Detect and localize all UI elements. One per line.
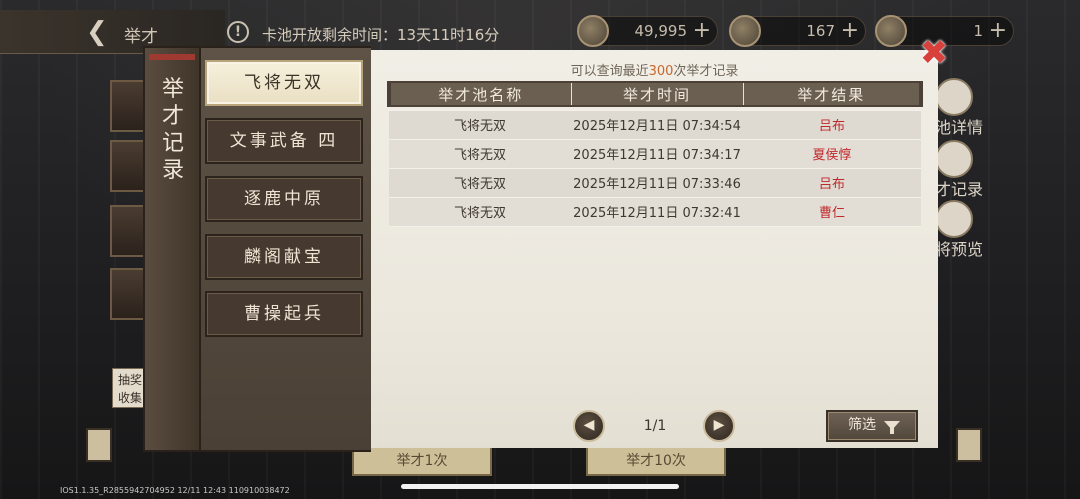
add-coin-button[interactable]: + bbox=[693, 18, 711, 44]
page-title: 举才 bbox=[124, 27, 158, 47]
ticket-icon bbox=[875, 15, 907, 47]
records-table: 举才池名称 举才时间 举才结果 飞将无双 2025年12月11日 07:34:5… bbox=[387, 81, 923, 227]
table-row: 飞将无双 2025年12月11日 07:32:41 曹仁 bbox=[389, 197, 921, 227]
hint-prefix: 可以查询最近 bbox=[570, 64, 649, 79]
records-panel: 可以查询最近300次举才记录 举才池名称 举才时间 举才结果 飞将无双 2025… bbox=[371, 50, 938, 448]
side-label: 将预览 bbox=[935, 240, 984, 259]
cell-result: 夏侯惇 bbox=[743, 139, 921, 169]
cell-result: 吕布 bbox=[743, 110, 921, 140]
preview-button[interactable]: 将预览 bbox=[935, 200, 985, 259]
tab-linge-xianbao[interactable]: 麟阁献宝 bbox=[205, 234, 363, 280]
hint-suffix: 次举才记录 bbox=[673, 64, 739, 79]
side-label: 池详情 bbox=[935, 118, 984, 137]
home-indicator[interactable] bbox=[401, 484, 679, 489]
prev-page-button[interactable]: ◀ bbox=[573, 410, 605, 442]
cell-time: 2025年12月11日 07:33:46 bbox=[571, 168, 743, 198]
tab-caocao-qibing[interactable]: 曹操起兵 bbox=[205, 291, 363, 337]
cell-pool: 飞将无双 bbox=[389, 168, 571, 198]
info-icon[interactable]: ! bbox=[227, 21, 249, 43]
gear-token-icon bbox=[729, 15, 761, 47]
next-page-button[interactable]: ▶ bbox=[703, 410, 735, 442]
hero-portrait bbox=[110, 268, 146, 320]
cell-pool: 飞将无双 bbox=[389, 110, 571, 140]
close-icon[interactable]: ✖ bbox=[917, 36, 951, 70]
hero-portrait bbox=[110, 80, 146, 132]
cell-pool: 飞将无双 bbox=[389, 139, 571, 169]
pool-tabs: 飞将无双 文事武备 四 逐鹿中原 麟阁献宝 曹操起兵 bbox=[201, 46, 371, 452]
records-dialog: 举才记录 飞将无双 文事武备 四 逐鹿中原 麟阁献宝 曹操起兵 可以查询最近30… bbox=[143, 36, 948, 452]
currency-token: 167 + bbox=[729, 15, 866, 47]
hero-portrait bbox=[110, 205, 146, 257]
hero-portrait bbox=[110, 140, 146, 192]
table-header-row: 举才池名称 举才时间 举才结果 bbox=[387, 81, 923, 107]
filter-button[interactable]: 筛选 bbox=[826, 410, 918, 442]
page-indicator: 1/1 bbox=[643, 418, 667, 434]
cell-time: 2025年12月11日 07:34:54 bbox=[571, 110, 743, 140]
records-hint: 可以查询最近300次举才记录 bbox=[371, 60, 938, 79]
ribbon-accent bbox=[149, 54, 195, 60]
funnel-icon-stem bbox=[890, 428, 894, 434]
table-row: 飞将无双 2025年12月11日 07:33:46 吕布 bbox=[389, 168, 921, 198]
add-token-button[interactable]: + bbox=[841, 18, 859, 44]
preview-icon bbox=[935, 200, 973, 238]
filter-label: 筛选 bbox=[848, 417, 876, 433]
pool-details-button[interactable]: 池详情 bbox=[935, 78, 985, 137]
table-row: 飞将无双 2025年12月11日 07:34:17 夏侯惇 bbox=[389, 139, 921, 169]
dialog-title: 举才记录 bbox=[161, 77, 184, 183]
tab-wenshi-wubei[interactable]: 文事武备 四 bbox=[205, 118, 363, 164]
records-button[interactable]: 才记录 bbox=[935, 140, 985, 199]
lantern-icon bbox=[956, 428, 982, 462]
side-label: 才记录 bbox=[935, 180, 984, 199]
currency-value: 49,995 bbox=[634, 22, 688, 40]
cell-pool: 飞将无双 bbox=[389, 197, 571, 227]
coin-icon bbox=[577, 15, 609, 47]
column-header-time: 举才时间 bbox=[570, 81, 743, 107]
cell-time: 2025年12月11日 07:32:41 bbox=[571, 197, 743, 227]
table-row: 飞将无双 2025年12月11日 07:34:54 吕布 bbox=[389, 110, 921, 140]
chevron-left-icon[interactable]: ❮ bbox=[86, 19, 116, 45]
pool-timer-text: 卡池开放剩余时间：13天11时16分 bbox=[262, 26, 500, 44]
dialog-ribbon: 举才记录 bbox=[143, 46, 201, 452]
currency-value: 167 bbox=[806, 22, 835, 40]
lantern-icon bbox=[86, 428, 112, 462]
cell-result: 曹仁 bbox=[743, 197, 921, 227]
tab-zhulu-zhongyuan[interactable]: 逐鹿中原 bbox=[205, 176, 363, 222]
magnifier-icon bbox=[935, 78, 973, 116]
column-header-pool: 举才池名称 bbox=[387, 81, 571, 107]
currency-coin: 49,995 + bbox=[577, 15, 718, 47]
cell-result: 吕布 bbox=[743, 168, 921, 198]
column-header-result: 举才结果 bbox=[742, 81, 923, 107]
cell-time: 2025年12月11日 07:34:17 bbox=[571, 139, 743, 169]
currency-value: 1 bbox=[973, 22, 983, 40]
tab-feijiang-wushuang[interactable]: 飞将无双 bbox=[205, 60, 363, 106]
add-ticket-button[interactable]: + bbox=[989, 18, 1007, 44]
hint-count: 300 bbox=[648, 64, 674, 79]
brush-icon bbox=[935, 140, 973, 178]
build-info: IOS1.1.35_R2855942704952 12/11 12:43 110… bbox=[60, 486, 290, 495]
